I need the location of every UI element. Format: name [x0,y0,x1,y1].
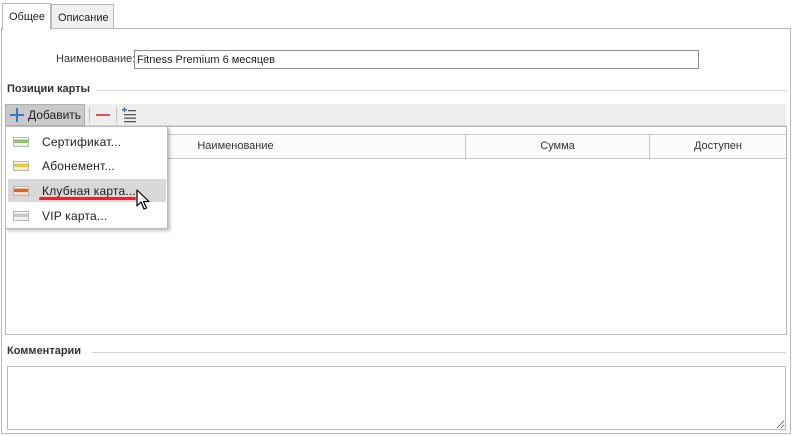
column-header-available[interactable]: Доступен [649,135,786,158]
yellow-card-icon [13,160,29,171]
positions-group-title: Позиции карты [7,83,95,95]
tab-general[interactable]: Общее [2,3,51,30]
menu-item-certificate[interactable]: Сертификат... [8,130,166,153]
toolbar-separator [116,107,117,123]
minus-icon[interactable] [93,104,113,126]
add-button[interactable]: Добавить [5,104,85,126]
orange-card-icon [13,185,29,196]
menu-item-subscription[interactable]: Абонемент... [8,154,166,177]
toolbar-separator [89,107,90,123]
tab-description[interactable]: Описание [51,4,114,29]
add-list-icon[interactable] [120,106,138,124]
menu-item-label: Абонемент... [42,158,115,173]
menu-item-label: Сертификат... [42,134,122,149]
highlight-underline [39,197,136,200]
positions-toolbar: Добавить [5,104,786,126]
comments-textarea[interactable] [7,366,786,430]
tab-bar: Общее Описание [0,0,792,30]
name-input[interactable] [134,50,699,69]
comments-group-divider [92,352,786,353]
name-label: Наименование: [56,53,136,65]
mouse-cursor-icon [136,189,150,214]
gray-card-icon [13,210,29,221]
positions-group-divider [96,90,786,91]
menu-item-label: VIP карта... [42,208,108,223]
add-button-label: Добавить [28,108,82,122]
column-header-sum[interactable]: Сумма [465,135,649,158]
green-card-icon [13,136,29,147]
menu-item-label: Клубная карта... [42,183,136,198]
plus-icon [10,108,24,122]
comments-group-title: Комментарии [7,345,86,357]
